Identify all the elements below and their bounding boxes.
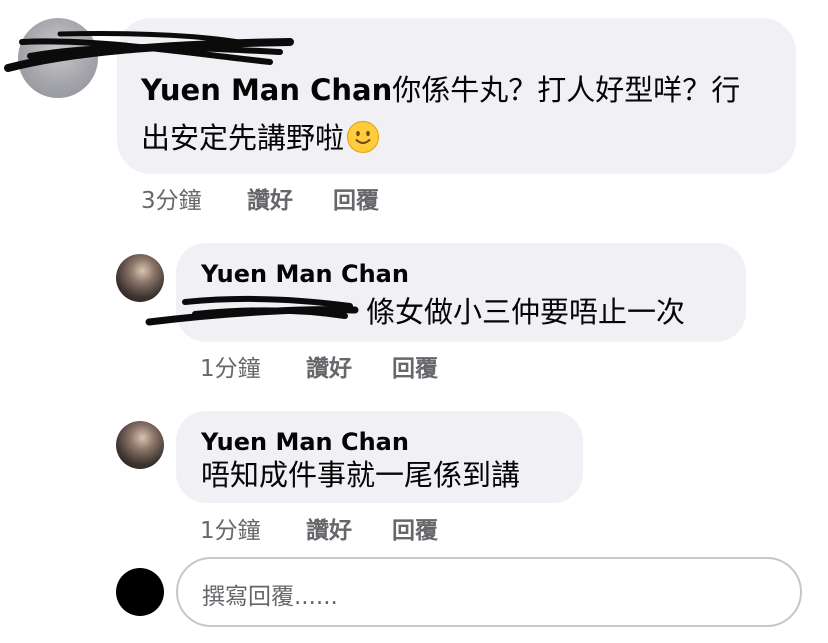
reply-text: 唔知成件事就一尾係到講 bbox=[201, 458, 521, 492]
reply-time: 1分鐘 bbox=[200, 356, 261, 382]
reply-meta: 1分鐘 讚好 回覆 bbox=[200, 511, 500, 544]
comment-bubble: Yuen Man Chan你係牛丸？打人好型咩？行 出安定先講野啦 bbox=[117, 18, 796, 174]
comment-text-2: 出安定先講野啦 bbox=[141, 121, 345, 155]
like-button[interactable]: 讚好 bbox=[306, 349, 352, 383]
reply-author-avatar[interactable] bbox=[116, 421, 164, 469]
reply-input-placeholder: 撰寫回覆...... bbox=[202, 584, 338, 610]
reply-input[interactable]: 撰寫回覆...... bbox=[176, 557, 802, 627]
reply-button[interactable]: 回覆 bbox=[392, 511, 438, 545]
reply-meta: 1分鐘 讚好 回覆 bbox=[200, 349, 500, 382]
comment-line-2: 出安定先講野啦 bbox=[141, 109, 380, 167]
like-button[interactable]: 讚好 bbox=[247, 181, 293, 215]
reply-bubble: Yuen Man Chan 唔知成件事就一尾係到講 bbox=[176, 411, 583, 503]
comment-text-1: 你係牛丸？打人好型咩？行 bbox=[392, 73, 741, 107]
current-user-avatar bbox=[116, 568, 164, 616]
like-button[interactable]: 讚好 bbox=[306, 511, 352, 545]
comment-meta: 3分鐘 讚好 回覆 bbox=[141, 181, 561, 214]
reply-time: 1分鐘 bbox=[200, 518, 261, 544]
commenter-avatar[interactable] bbox=[18, 18, 98, 98]
comment-thread: Yuen Man Chan你係牛丸？打人好型咩？行 出安定先講野啦 3分鐘 讚好… bbox=[0, 0, 828, 643]
reply-button[interactable]: 回覆 bbox=[392, 349, 438, 383]
reply-author-avatar[interactable] bbox=[116, 254, 164, 302]
reply-button[interactable]: 回覆 bbox=[333, 181, 379, 215]
reply-bubble: Yuen Man Chan 條女做小三仲要唔止一次 bbox=[176, 243, 746, 342]
mention-tag[interactable]: Yuen Man Chan bbox=[141, 73, 392, 107]
slightly-smiling-face-icon bbox=[346, 120, 380, 154]
comment-time: 3分鐘 bbox=[141, 188, 202, 214]
reply-text: 條女做小三仲要唔止一次 bbox=[366, 295, 686, 329]
